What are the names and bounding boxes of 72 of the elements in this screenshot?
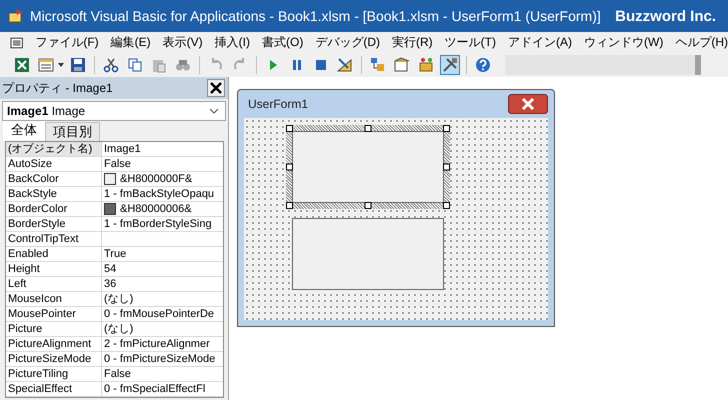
property-name[interactable]: MousePointer	[6, 307, 102, 321]
property-name[interactable]: MouseIcon	[6, 292, 102, 306]
menu-item[interactable]: 編集(E)	[110, 34, 151, 51]
selection-frame[interactable]	[286, 125, 450, 209]
property-value[interactable]: Image1	[104, 142, 141, 156]
property-value[interactable]: 1 - fmBorderStyleSing	[104, 217, 212, 231]
property-value[interactable]: 0 - fmMousePointerDe	[104, 307, 214, 321]
tab[interactable]: 全体	[3, 120, 45, 141]
property-value[interactable]: (なし)	[104, 292, 134, 306]
property-name[interactable]: BorderColor	[6, 202, 102, 216]
property-value[interactable]: 36	[104, 277, 116, 291]
property-value[interactable]: &H80000006&	[120, 202, 192, 216]
tab[interactable]: 項目別	[45, 122, 100, 141]
menu-item[interactable]: ツール(T)	[444, 34, 496, 51]
property-name[interactable]: BackStyle	[6, 187, 102, 201]
resize-handle[interactable]	[364, 202, 372, 209]
property-name[interactable]: Enabled	[6, 247, 102, 261]
close-icon[interactable]	[508, 94, 548, 114]
property-value[interactable]: 2 - fmPictureAlignmer	[104, 337, 210, 351]
menu-item[interactable]: ウィンドウ(W)	[584, 34, 664, 51]
help-icon[interactable]	[473, 55, 493, 75]
property-name[interactable]: Height	[6, 262, 102, 276]
chevron-down-icon[interactable]	[209, 108, 219, 114]
object-dropdown[interactable]: Image1 Image	[2, 101, 226, 121]
dropdown-arrow-icon[interactable]	[58, 63, 64, 67]
menu-item[interactable]: 表示(V)	[162, 34, 203, 51]
window-title: Microsoft Visual Basic for Applications - Book1.xlsm - [Book1.xlsm - UserForm1 (UserForm)]	[30, 8, 602, 24]
property-name[interactable]: Left	[6, 277, 102, 291]
app-icon	[8, 8, 24, 24]
panel-title: プロパティ - Image1	[2, 80, 113, 96]
property-value[interactable]: 0 - fmSpecialEffectFl	[104, 382, 206, 396]
property-name[interactable]: Picture	[6, 322, 102, 336]
resize-handle[interactable]	[286, 202, 293, 209]
property-name[interactable]: PictureAlignment	[6, 337, 102, 351]
property-name[interactable]: BackColor	[6, 172, 102, 186]
property-value[interactable]: 1 - fmBackStyleOpaqu	[104, 187, 214, 201]
image-control[interactable]	[292, 218, 444, 290]
menu-item[interactable]: デバッグ(D)	[315, 34, 380, 51]
property-name[interactable]: PictureSizeMode	[6, 352, 102, 366]
property-name[interactable]: PictureTiling	[6, 367, 102, 381]
property-name[interactable]: (オブジェクト名)	[6, 142, 102, 156]
property-value[interactable]: 54	[104, 262, 116, 276]
spreadsheet-icon[interactable]	[12, 55, 32, 75]
menu-item[interactable]: ヘルプ(H)	[675, 34, 728, 51]
menu-item[interactable]: 実行(R)	[392, 34, 433, 51]
property-value[interactable]: True	[104, 247, 126, 261]
brand-label: Buzzword Inc.	[615, 8, 716, 24]
image-control[interactable]	[292, 131, 444, 203]
property-name[interactable]: SpecialEffect	[6, 382, 102, 396]
property-name[interactable]: AutoSize	[6, 157, 102, 171]
menu-item[interactable]: ファイル(F)	[35, 34, 99, 51]
property-value[interactable]: 0 - fmPictureSizeMode	[104, 352, 216, 366]
resize-handle[interactable]	[286, 164, 293, 170]
userform-title: UserForm1	[248, 97, 308, 111]
close-icon[interactable]	[207, 79, 225, 97]
resize-handle[interactable]	[364, 125, 372, 132]
menu-item[interactable]: アドイン(A)	[508, 34, 572, 51]
form-icon[interactable]	[10, 36, 24, 50]
tools-icon[interactable]	[440, 55, 460, 75]
resize-handle[interactable]	[443, 202, 450, 209]
property-value[interactable]: (なし)	[104, 322, 134, 336]
property-value[interactable]: False	[104, 157, 131, 171]
property-name[interactable]: BorderStyle	[6, 217, 102, 231]
property-value[interactable]: False	[104, 367, 131, 381]
resize-handle[interactable]	[286, 125, 293, 132]
save-icon[interactable]	[68, 55, 88, 75]
menu-item[interactable]: 挿入(I)	[214, 34, 250, 51]
property-value[interactable]: &H8000000F&	[120, 172, 192, 186]
property-name[interactable]: ControlTipText	[6, 232, 102, 246]
menu-item[interactable]: 書式(O)	[262, 34, 304, 51]
resize-handle[interactable]	[443, 164, 450, 170]
resize-handle[interactable]	[443, 125, 450, 132]
